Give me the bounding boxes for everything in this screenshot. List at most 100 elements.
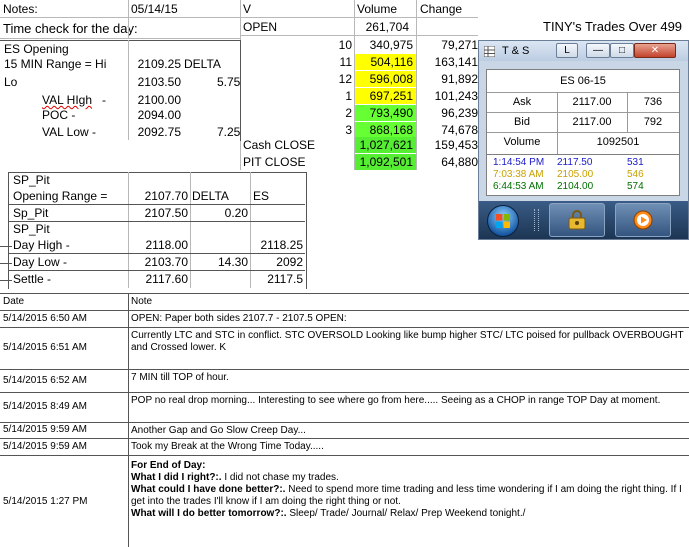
sp-day-low-es[interactable]: 2092 [250, 256, 303, 268]
note-date[interactable]: 5/14/2015 6:50 AM [3, 314, 87, 324]
windows-logo-icon [496, 214, 510, 228]
notes-date[interactable]: 05/14/15 [131, 3, 178, 15]
bid-label: Bid [514, 116, 530, 128]
ts-symbol[interactable]: ES 06-15 [487, 76, 679, 87]
sp-settle-es[interactable]: 2117.5 [250, 273, 303, 285]
ts-title: T & S [502, 45, 530, 57]
start-button[interactable] [487, 205, 519, 237]
sp-pit-value[interactable]: 2107.50 [128, 207, 188, 219]
volume-row-change[interactable]: 163,141 [417, 56, 478, 68]
answer-tomorrow: Sleep/ Trade/ Journal/ Relax/ Prep Weeke… [286, 508, 526, 519]
minimize-button[interactable]: — [586, 43, 610, 58]
volume-row-cell[interactable]: 596,008 [355, 71, 416, 87]
note-date[interactable]: 5/14/2015 9:59 AM [3, 442, 87, 452]
pit-close-change[interactable]: 64,880 [417, 156, 478, 168]
volume-row-label: 3 [345, 123, 352, 137]
volume-row-cell[interactable]: 697,251 [355, 88, 416, 104]
link-button[interactable]: L [556, 43, 578, 58]
sp-day-low-value[interactable]: 2103.70 [128, 256, 188, 268]
note-date[interactable]: 5/14/2015 8:49 AM [3, 402, 87, 412]
grid-line [487, 112, 679, 113]
notes-col-note: Note [131, 296, 153, 307]
volume-row-volume: 340,975 [369, 38, 413, 52]
ask-size: 736 [643, 96, 663, 108]
volume-row-label: 2 [345, 106, 352, 120]
note-text-end-of-day[interactable]: For End of Day: What I did I right?:. I … [131, 460, 686, 520]
sp-pit-delta[interactable]: 0.20 [190, 207, 248, 219]
es-opening-title: ES Opening [4, 42, 69, 56]
volume-row-change[interactable]: 96,239 [417, 107, 478, 119]
volume-row-volume: 504,116 [370, 55, 414, 69]
sp-day-low-delta[interactable]: 14.30 [190, 256, 248, 268]
bid-size: 792 [643, 116, 663, 128]
sheet-title: TINY's Trades Over 499 [543, 19, 683, 34]
note-text[interactable]: POP no real drop morning... Interesting … [131, 395, 686, 407]
volume-row-cell[interactable]: 793,490 [355, 105, 416, 121]
maximize-button[interactable]: □ [610, 43, 634, 58]
note-text[interactable]: Another Gap and Go Slow Creep Day... [131, 425, 686, 437]
sp-day-high-label: Day High - [13, 238, 70, 252]
sp-day-high-value[interactable]: 2118.00 [128, 239, 189, 251]
volume-open-label: OPEN [243, 20, 278, 34]
note-text[interactable]: 7 MIN till TOP of hour. [131, 372, 686, 384]
sp-day-high-es[interactable]: 2118.25 [250, 239, 304, 251]
volume-col-volume: Volume [357, 2, 398, 16]
close-button[interactable]: ✕ [634, 43, 676, 58]
notes-label: Notes: [3, 2, 38, 16]
time-and-sales-window[interactable]: T & S L — □ ✕ ES 06-15 Ask 2117.00 736 B… [478, 40, 689, 240]
grid-line [8, 221, 305, 222]
volume-row-change[interactable]: 74,678 [417, 124, 478, 136]
es-lo-delta[interactable]: 5.75 [217, 76, 240, 88]
trade-price: 2104.00 [557, 181, 594, 192]
volume-row-change[interactable]: 79,271 [417, 39, 478, 51]
es-range-value[interactable]: 2109.25 [128, 58, 181, 70]
taskbar [479, 201, 688, 239]
note-text[interactable]: Took my Break at the Wrong Time Today...… [131, 441, 686, 453]
grid-line [0, 293, 689, 294]
grid-line [557, 92, 558, 132]
trade-time: 7:03:38 AM [493, 169, 544, 180]
note-date[interactable]: 5/14/2015 9:59 AM [3, 425, 87, 435]
volume-open-value[interactable]: 261,704 [355, 21, 409, 33]
close-icon: ✕ [650, 45, 660, 56]
volume-row-label: 1 [345, 89, 352, 103]
sp-settle-value[interactable]: 2117.60 [128, 273, 189, 285]
volume-row-cell[interactable]: 504,116 [355, 54, 416, 70]
es-poc-value[interactable]: 2094.00 [128, 109, 181, 121]
grid-line [0, 310, 689, 311]
note-text[interactable]: Currently LTC and STC in conflict. STC O… [131, 330, 686, 354]
minimize-icon: — [593, 45, 603, 56]
taskbar-app-security[interactable] [549, 203, 605, 237]
note-text[interactable]: OPEN: Paper both sides 2107.7 - 2107.5 O… [131, 313, 686, 325]
trade-size: 531 [627, 157, 644, 168]
es-val-low-delta[interactable]: 7.25 [217, 126, 240, 138]
es-lo-label: Lo [4, 75, 18, 89]
volume-row-change[interactable]: 91,892 [417, 73, 478, 85]
security-lock-icon [568, 210, 586, 230]
es-val-low-value[interactable]: 2092.75 [128, 126, 181, 138]
cash-close-label: Cash CLOSE [243, 138, 316, 152]
trades-list[interactable]: 1:14:54 PM 2117.50 531 7:03:38 AM 2105.00 546… [486, 154, 680, 196]
sp-delta-label: DELTA [192, 189, 229, 203]
pit-close-cell[interactable]: 1,092,501 [355, 154, 416, 170]
note-date[interactable]: 5/14/2015 6:52 AM [3, 376, 87, 386]
question-tomorrow: What will I do better tomorrow?:. [131, 508, 287, 519]
time-check-label: Time check for the day: [3, 21, 138, 36]
taskbar-app-media[interactable] [615, 203, 671, 237]
es-val-high-label: VAL HIgh - [42, 93, 107, 107]
sp-opening-range-value[interactable]: 2107.70 [128, 190, 188, 202]
es-lo-value[interactable]: 2103.50 [128, 76, 181, 88]
note-date[interactable]: 5/14/2015 1:27 PM [3, 497, 88, 507]
volume-row-change[interactable]: 101,243 [417, 90, 478, 102]
es-val-high-value[interactable]: 2100.00 [128, 94, 181, 106]
grid-line [0, 263, 12, 264]
note-date[interactable]: 5/14/2015 6:51 AM [3, 343, 87, 353]
volume-row-cell[interactable]: 868,168 [355, 122, 416, 138]
cash-close-cell[interactable]: 1,027,621 [355, 137, 416, 153]
grid-line [8, 270, 305, 271]
volume-row-volume: 793,490 [369, 106, 413, 120]
cash-close-change[interactable]: 159,453 [417, 139, 478, 151]
ts-title-bar[interactable]: T & S L — □ ✕ [479, 41, 688, 61]
question-better: What could I have done better?:. [131, 484, 286, 495]
volume-row-cell[interactable]: 340,975 [355, 37, 416, 53]
